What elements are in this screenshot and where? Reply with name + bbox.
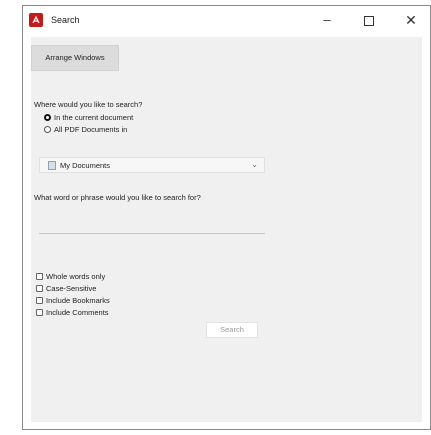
checkbox[interactable] (36, 285, 43, 292)
search-phrase-input[interactable] (39, 219, 265, 234)
search-window: Search – ✕ Arrange Windows Where would y… (22, 5, 431, 430)
window-title: Search (51, 15, 80, 25)
documents-folder-icon (48, 161, 56, 170)
maximize-icon (364, 16, 374, 26)
chevron-down-icon: ⌄ (251, 160, 258, 169)
search-panel: Arrange Windows Where would you like to … (31, 37, 422, 422)
where-question: Where would you like to search? (34, 100, 143, 109)
checkbox[interactable] (36, 297, 43, 304)
checkbox[interactable] (36, 273, 43, 280)
checkbox[interactable] (36, 309, 43, 316)
option-whole-words[interactable]: Whole words only (36, 272, 105, 281)
acrobat-app-icon (29, 13, 43, 27)
location-dropdown[interactable]: My Documents ⌄ (39, 157, 265, 173)
radio-button-checked[interactable] (44, 114, 51, 121)
checkbox-label: Case-Sensitive (46, 284, 97, 293)
maximize-button[interactable] (359, 12, 379, 28)
radio-current-document[interactable]: In the current document (44, 113, 133, 122)
option-case-sensitive[interactable]: Case-Sensitive (36, 284, 96, 293)
option-include-comments[interactable]: Include Comments (36, 308, 109, 317)
checkbox-label: Whole words only (46, 272, 106, 281)
radio-label: All PDF Documents in (54, 125, 128, 134)
location-selected: My Documents (60, 161, 111, 170)
radio-label: In the current document (54, 113, 134, 122)
minimize-button[interactable]: – (317, 12, 337, 28)
radio-all-pdf-documents[interactable]: All PDF Documents in (44, 125, 127, 134)
title-bar[interactable]: Search – ✕ (23, 6, 430, 36)
close-button[interactable]: ✕ (401, 12, 421, 28)
checkbox-label: Include Comments (46, 308, 109, 317)
radio-button[interactable] (44, 126, 51, 133)
arrange-windows-button[interactable]: Arrange Windows (31, 45, 119, 71)
option-include-bookmarks[interactable]: Include Bookmarks (36, 296, 110, 305)
search-button[interactable]: Search (206, 322, 258, 338)
phrase-question: What word or phrase would you like to se… (34, 193, 201, 202)
checkbox-label: Include Bookmarks (46, 296, 110, 305)
